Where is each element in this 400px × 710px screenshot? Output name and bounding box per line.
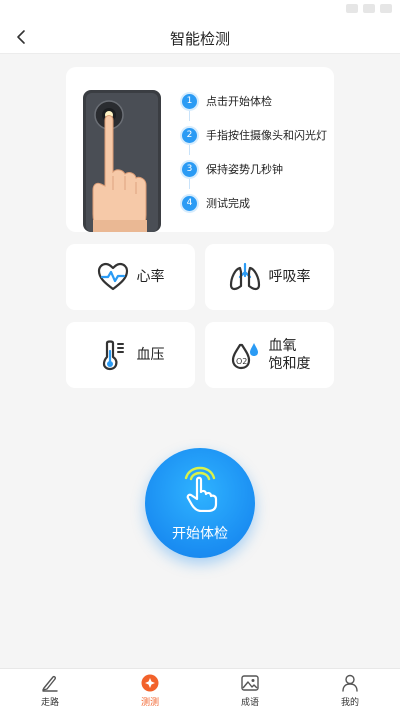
wifi-icon (346, 4, 358, 13)
lungs-icon (229, 261, 261, 293)
tab-profile[interactable]: 我的 (320, 673, 380, 708)
step-2: 2 手指按住摄像头和闪光灯 (182, 127, 327, 143)
respiration-label: 呼吸率 (268, 269, 311, 285)
tab-label: 我的 (340, 698, 359, 708)
phone-finger-illustration (83, 90, 161, 233)
bottom-tab-bar: 走路 测测 成语 我的 (0, 668, 400, 710)
step-4: 4 测试完成 (182, 195, 250, 211)
finger-touch-icon (180, 466, 220, 513)
step-text: 点击开始体检 (206, 95, 272, 108)
step-number: 1 (182, 93, 197, 109)
heart-rate-card[interactable]: 心率 (66, 244, 195, 310)
instruction-card: 1 点击开始体检 2 手指按住摄像头和闪光灯 3 保持姿势几秒钟 4 测试完成 (66, 67, 334, 233)
blood-oxygen-card[interactable]: O2 血氧 饱和度 (205, 322, 334, 388)
status-bar (0, 0, 400, 20)
respiration-card[interactable]: 呼吸率 (205, 244, 334, 310)
heart-rate-icon (97, 261, 129, 293)
tab-label: 走路 (40, 698, 59, 708)
image-icon (240, 673, 260, 693)
step-3: 3 保持姿势几秒钟 (182, 161, 283, 177)
nav-bar: 智能检测 (0, 20, 400, 54)
blood-oxygen-label: 血氧 饱和度 (269, 337, 311, 373)
blood-oxygen-label-line2: 饱和度 (268, 356, 311, 372)
step-number: 4 (182, 195, 197, 211)
svg-text:O2: O2 (236, 357, 247, 366)
tab-idiom[interactable]: 成语 (220, 673, 280, 708)
step-number: 3 (182, 161, 197, 177)
blood-oxygen-label-line1: 血氧 (268, 338, 297, 354)
tab-walk[interactable]: 走路 (20, 673, 80, 708)
battery-icon (380, 4, 392, 13)
heart-rate-label: 心率 (136, 269, 165, 285)
step-text: 手指按住摄像头和闪光灯 (206, 129, 327, 142)
step-number: 2 (182, 127, 197, 143)
blood-pressure-label: 血压 (136, 347, 165, 363)
signal-icon (363, 4, 375, 13)
step-1: 1 点击开始体检 (182, 93, 272, 109)
start-checkup-label: 开始体检 (172, 526, 228, 542)
tab-measure[interactable]: 测测 (120, 673, 180, 708)
page-title: 智能检测 (169, 30, 230, 48)
oxygen-drop-icon: O2 (229, 339, 261, 371)
blood-pressure-card[interactable]: 血压 (66, 322, 195, 388)
step-text: 测试完成 (206, 197, 250, 210)
profile-icon (340, 673, 360, 693)
measure-icon (140, 673, 160, 693)
walk-icon (40, 673, 60, 693)
tab-label: 成语 (240, 698, 259, 708)
tab-label: 测测 (140, 698, 159, 708)
thermometer-icon (97, 339, 129, 371)
step-text: 保持姿势几秒钟 (206, 163, 283, 176)
start-checkup-button[interactable]: 开始体检 (145, 448, 255, 558)
